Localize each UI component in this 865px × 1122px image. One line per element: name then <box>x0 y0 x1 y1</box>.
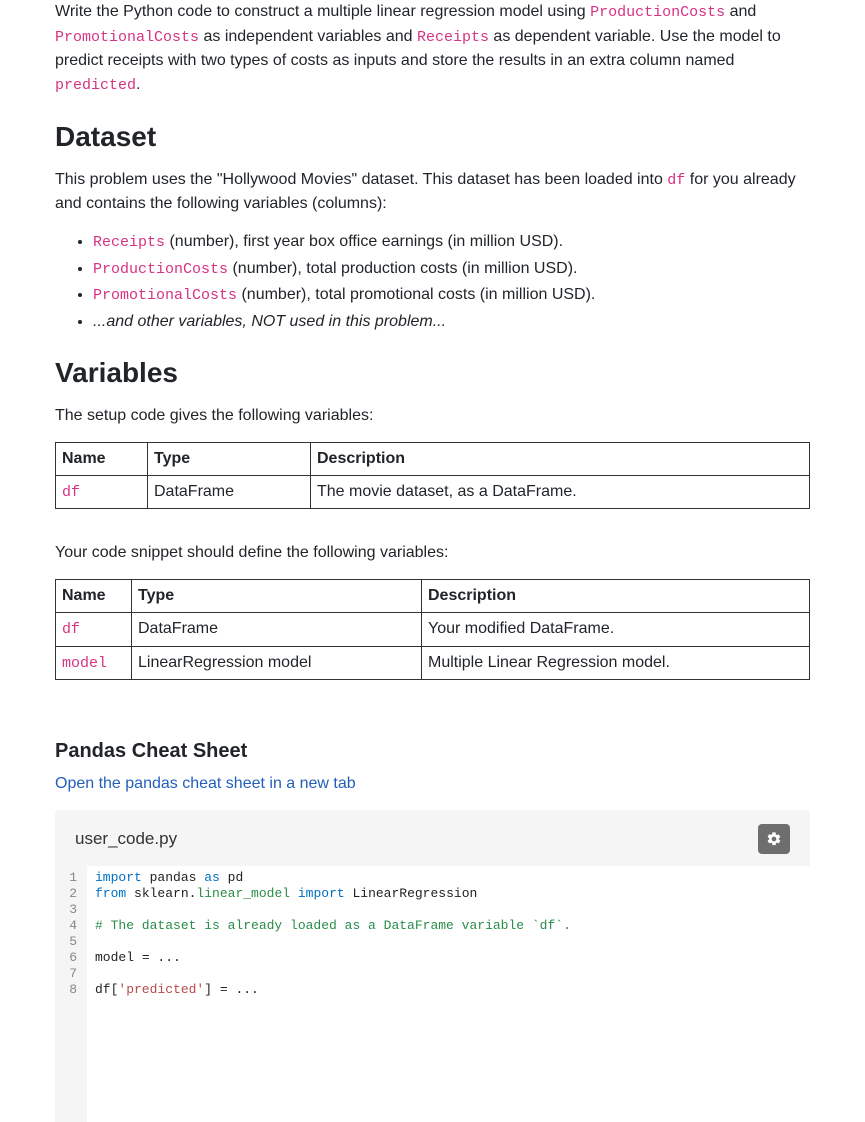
variables-p1: The setup code gives the following varia… <box>55 404 810 428</box>
dataset-variable-list: Receipts (number), first year box office… <box>55 230 810 334</box>
table-header-row: Name Type Description <box>56 442 810 475</box>
code-filename: user_code.py <box>75 826 177 852</box>
code-productioncosts: ProductionCosts <box>590 4 725 21</box>
settings-button[interactable] <box>758 824 790 854</box>
list-item: PromotionalCosts (number), total promoti… <box>93 283 810 308</box>
table-row: df DataFrame The movie dataset, as a Dat… <box>56 475 810 509</box>
list-item-note: ...and other variables, NOT used in this… <box>93 310 810 334</box>
gear-icon <box>766 831 782 847</box>
define-variables-table: Name Type Description df DataFrame Your … <box>55 579 810 680</box>
cheatsheet-heading: Pandas Cheat Sheet <box>55 736 810 766</box>
code-receipts: Receipts <box>417 29 489 46</box>
code-editor-body[interactable]: 1 2 3 4 5 6 7 8 import pandas as pd from… <box>55 866 810 1122</box>
variables-p2: Your code snippet should define the foll… <box>55 541 810 565</box>
code-editor-header: user_code.py <box>55 810 810 866</box>
dataset-heading: Dataset <box>55 116 810 158</box>
intro-paragraph: Write the Python code to construct a mul… <box>55 0 810 98</box>
list-item: Receipts (number), first year box office… <box>93 230 810 255</box>
code-content[interactable]: import pandas as pd from sklearn.linear_… <box>87 866 810 1122</box>
cheatsheet-link[interactable]: Open the pandas cheat sheet in a new tab <box>55 775 356 792</box>
table-header-row: Name Type Description <box>56 580 810 613</box>
table-row: df DataFrame Your modified DataFrame. <box>56 613 810 647</box>
code-promotionalcosts: PromotionalCosts <box>55 29 199 46</box>
table-row: model LinearRegression model Multiple Li… <box>56 646 810 680</box>
list-item: ProductionCosts (number), total producti… <box>93 257 810 282</box>
given-variables-table: Name Type Description df DataFrame The m… <box>55 442 810 510</box>
code-editor-panel: user_code.py 1 2 3 4 5 6 7 8 import pand… <box>55 810 810 1122</box>
variables-heading: Variables <box>55 352 810 394</box>
dataset-paragraph: This problem uses the "Hollywood Movies"… <box>55 168 810 217</box>
line-number-gutter: 1 2 3 4 5 6 7 8 <box>55 866 87 1122</box>
code-predicted: predicted <box>55 77 136 94</box>
code-df: df <box>667 172 685 189</box>
